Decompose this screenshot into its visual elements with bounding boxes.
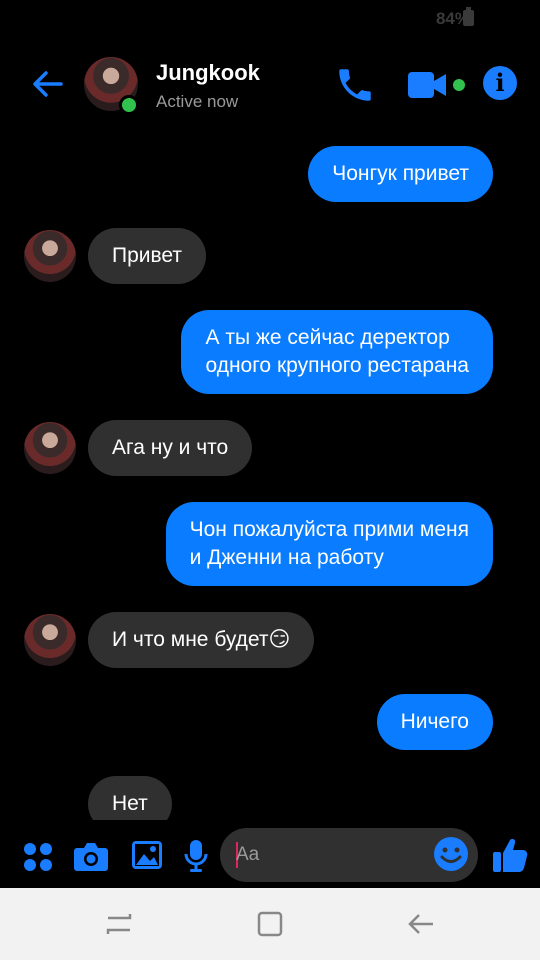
- apps-grid-icon[interactable]: [22, 841, 54, 878]
- contact-status: Active now: [156, 92, 239, 111]
- message-list: Чонгук привет Привет А ты же сейчас дере…: [0, 140, 540, 820]
- chat-header: Jungkook Active now i: [0, 50, 540, 120]
- message-input-field[interactable]: [220, 828, 478, 882]
- composer-bar: [0, 826, 540, 886]
- microphone-icon[interactable]: [184, 839, 208, 878]
- info-icon[interactable]: i: [483, 66, 517, 100]
- back-nav-icon[interactable]: [406, 910, 436, 938]
- incoming-message[interactable]: Ага ну и что: [88, 420, 253, 476]
- incoming-message[interactable]: Нет: [88, 776, 172, 820]
- camera-icon[interactable]: [73, 840, 109, 877]
- message-input[interactable]: [236, 840, 426, 870]
- sender-avatar[interactable]: [24, 614, 76, 666]
- incoming-message[interactable]: И что мне будет😏: [88, 612, 315, 668]
- outgoing-message[interactable]: А ты же сейчас деректор одного крупного …: [181, 310, 493, 394]
- recent-apps-icon[interactable]: [104, 910, 134, 938]
- gallery-icon[interactable]: [131, 839, 163, 876]
- sender-avatar[interactable]: [24, 230, 76, 282]
- outgoing-message[interactable]: Чонгук привет: [308, 146, 493, 202]
- outgoing-message[interactable]: Ничего: [376, 694, 493, 750]
- phone-call-icon[interactable]: [334, 64, 376, 106]
- thumbs-up-icon[interactable]: [491, 836, 529, 879]
- contact-name[interactable]: Jungkook: [156, 60, 260, 86]
- sender-avatar[interactable]: [24, 422, 76, 474]
- active-status-dot: [119, 95, 139, 115]
- system-nav-bar: [0, 888, 540, 960]
- video-call-icon[interactable]: [406, 68, 468, 102]
- outgoing-message[interactable]: Чон пожалуйста прими меня и Дженни на ра…: [165, 502, 493, 586]
- emoji-icon[interactable]: [433, 836, 469, 872]
- home-icon[interactable]: [255, 910, 285, 938]
- back-arrow-icon[interactable]: [28, 64, 68, 104]
- status-bar: 84%: [0, 0, 540, 40]
- incoming-message[interactable]: Привет: [88, 228, 207, 284]
- battery-icon: [463, 7, 474, 26]
